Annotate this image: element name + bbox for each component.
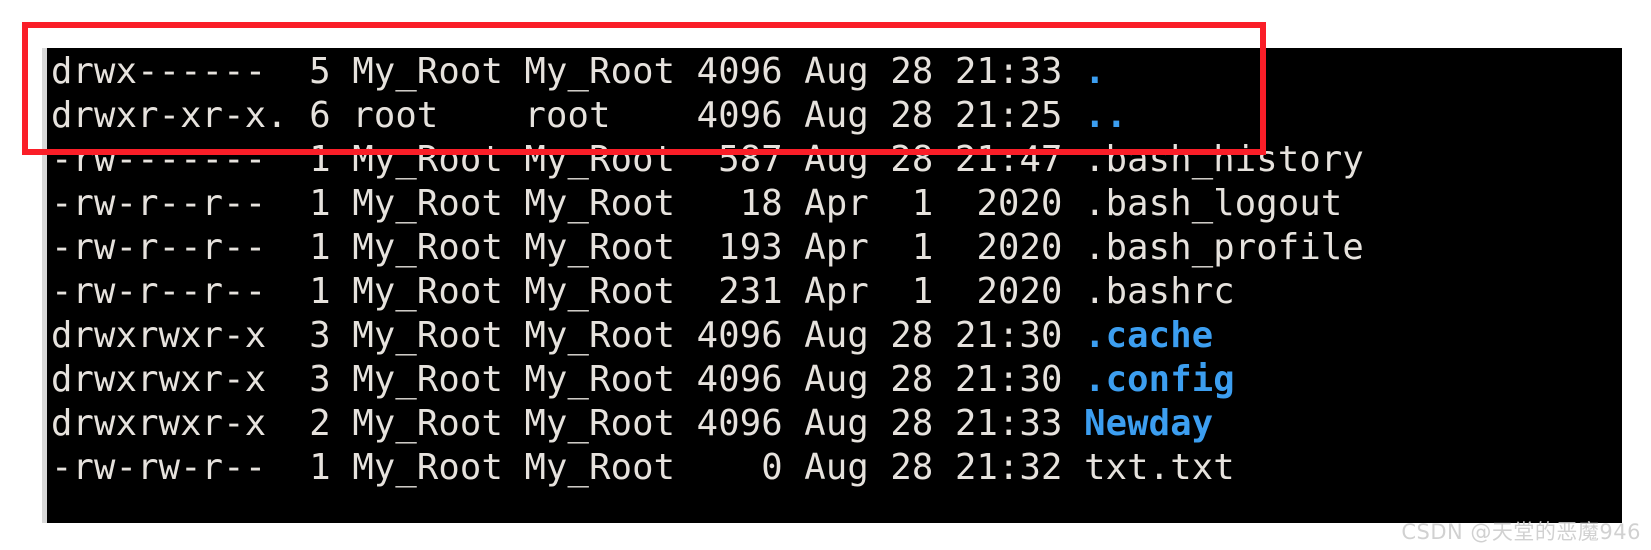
directory-name: .. xyxy=(1084,95,1128,136)
file-metadata: drwxr-xr-x. 6 root root 4096 Aug 28 21:2… xyxy=(51,95,1085,136)
terminal-line: -rw-r--r-- 1 My_Root My_Root 231 Apr 1 2… xyxy=(51,270,1616,314)
file-metadata: -rw------- 1 My_Root My_Root 587 Aug 28 … xyxy=(51,139,1085,180)
terminal-line: -rw-r--r-- 1 My_Root My_Root 18 Apr 1 20… xyxy=(51,182,1616,226)
terminal-line: drwx------ 5 My_Root My_Root 4096 Aug 28… xyxy=(51,50,1616,94)
directory-name: Newday xyxy=(1084,403,1214,444)
file-name: .bashrc xyxy=(1084,271,1235,312)
csdn-watermark: CSDN @天堂的恶魔946 xyxy=(1401,520,1641,544)
file-metadata: -rw-r--r-- 1 My_Root My_Root 193 Apr 1 2… xyxy=(51,227,1085,268)
file-name: txt.txt xyxy=(1084,447,1235,488)
terminal-line: -rw-r--r-- 1 My_Root My_Root 193 Apr 1 2… xyxy=(51,226,1616,270)
file-metadata: -rw-r--r-- 1 My_Root My_Root 231 Apr 1 2… xyxy=(51,271,1085,312)
terminal-line: drwxr-xr-x. 6 root root 4096 Aug 28 21:2… xyxy=(51,94,1616,138)
directory-name: . xyxy=(1084,51,1106,92)
file-metadata: drwxrwxr-x 2 My_Root My_Root 4096 Aug 28… xyxy=(51,403,1085,444)
terminal-line: drwxrwxr-x 3 My_Root My_Root 4096 Aug 28… xyxy=(51,358,1616,402)
terminal-output: drwx------ 5 My_Root My_Root 4096 Aug 28… xyxy=(51,50,1616,490)
file-metadata: -rw-rw-r-- 1 My_Root My_Root 0 Aug 28 21… xyxy=(51,447,1085,488)
directory-name: .config xyxy=(1084,359,1235,400)
file-name: .bash_profile xyxy=(1084,227,1364,268)
file-metadata: drwxrwxr-x 3 My_Root My_Root 4096 Aug 28… xyxy=(51,315,1085,356)
file-metadata: drwx------ 5 My_Root My_Root 4096 Aug 28… xyxy=(51,51,1085,92)
terminal-line: drwxrwxr-x 3 My_Root My_Root 4096 Aug 28… xyxy=(51,314,1616,358)
terminal-scrollbar[interactable] xyxy=(42,48,47,523)
terminal-line: -rw------- 1 My_Root My_Root 587 Aug 28 … xyxy=(51,138,1616,182)
terminal-window[interactable]: drwx------ 5 My_Root My_Root 4096 Aug 28… xyxy=(42,48,1622,523)
file-metadata: drwxrwxr-x 3 My_Root My_Root 4096 Aug 28… xyxy=(51,359,1085,400)
terminal-line: drwxrwxr-x 2 My_Root My_Root 4096 Aug 28… xyxy=(51,402,1616,446)
terminal-line: -rw-rw-r-- 1 My_Root My_Root 0 Aug 28 21… xyxy=(51,446,1616,490)
file-name: .bash_logout xyxy=(1084,183,1343,224)
file-name: .bash_history xyxy=(1084,139,1364,180)
file-metadata: -rw-r--r-- 1 My_Root My_Root 18 Apr 1 20… xyxy=(51,183,1085,224)
directory-name: .cache xyxy=(1084,315,1214,356)
